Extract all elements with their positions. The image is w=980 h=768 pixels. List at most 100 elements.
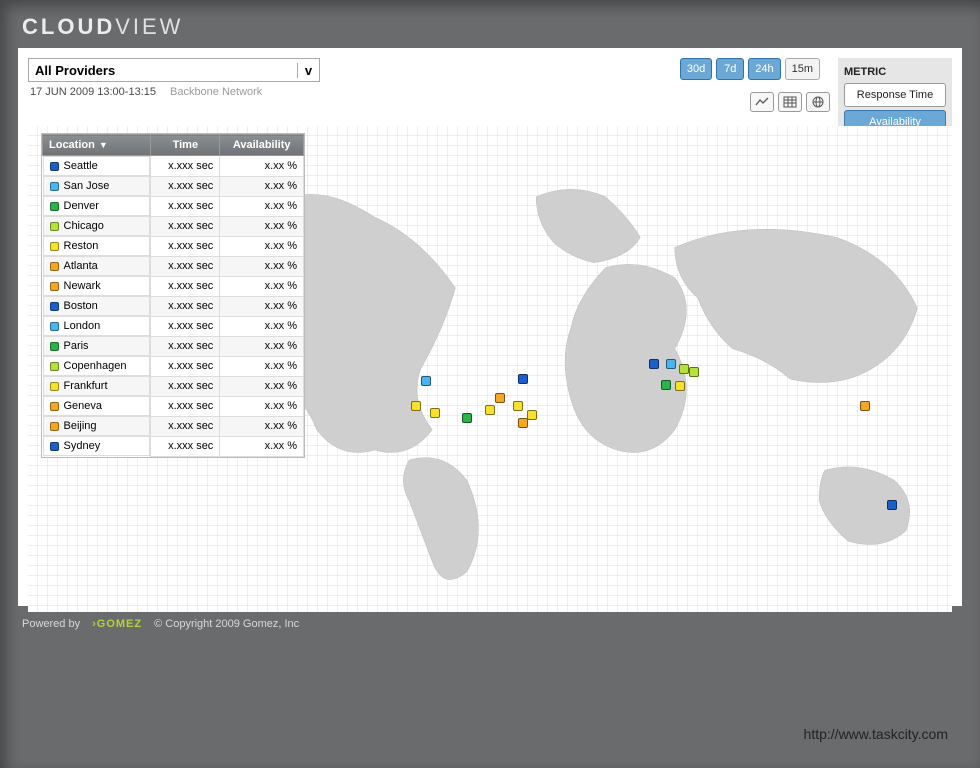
avail-cell: x.xx %: [220, 336, 304, 356]
location-name: Sydney: [64, 440, 101, 452]
color-swatch: [50, 262, 59, 271]
time-cell: x.xxx sec: [151, 356, 220, 376]
color-swatch: [50, 322, 59, 331]
color-swatch: [50, 302, 59, 311]
color-swatch: [50, 402, 59, 411]
avail-cell: x.xx %: [220, 376, 304, 396]
map-marker[interactable]: [485, 405, 495, 415]
avail-cell: x.xx %: [220, 396, 304, 416]
table-row[interactable]: Seattle x.xxx secx.xx %: [43, 156, 304, 177]
color-swatch: [50, 382, 59, 391]
time-cell: x.xxx sec: [151, 416, 220, 436]
color-swatch: [50, 202, 59, 211]
table-row[interactable]: Sydneyx.xxx secx.xx %: [43, 436, 304, 456]
chart-icon[interactable]: [750, 92, 774, 112]
color-swatch: [50, 342, 59, 351]
location-name: Beijing: [64, 420, 97, 432]
logo-light: VIEW: [115, 14, 183, 39]
location-name: Reston: [64, 240, 99, 252]
app-logo: CLOUDVIEW: [22, 14, 958, 40]
avail-cell: x.xx %: [220, 356, 304, 376]
avail-cell: x.xx %: [220, 216, 304, 236]
color-swatch: [50, 442, 59, 451]
table-row[interactable]: Atlantax.xxx secx.xx %: [43, 256, 304, 276]
copyright: © Copyright 2009 Gomez, Inc: [154, 618, 299, 630]
map-marker[interactable]: [411, 401, 421, 411]
time-cell: x.xxx sec: [151, 216, 220, 236]
map-marker[interactable]: [495, 393, 505, 403]
content-area: All Providers v 30d7d24h15m 17 JUN 2009 …: [18, 48, 962, 606]
avail-cell: x.xx %: [220, 416, 304, 436]
table-row[interactable]: Boston x.xxx secx.xx %: [43, 296, 304, 316]
map-marker[interactable]: [689, 367, 699, 377]
location-name: Frankfurt: [64, 380, 108, 392]
col-time[interactable]: Time: [151, 135, 220, 156]
map-marker[interactable]: [518, 374, 528, 384]
table-row[interactable]: Newarkx.xxx secx.xx %: [43, 276, 304, 296]
powered-by-label: Powered by: [22, 618, 80, 630]
color-swatch: [50, 282, 59, 291]
table-row[interactable]: Genevax.xxx secx.xx %: [43, 396, 304, 416]
time-range-24h[interactable]: 24h: [748, 58, 780, 80]
map-marker[interactable]: [887, 500, 897, 510]
col-availability[interactable]: Availability: [220, 135, 304, 156]
table-row[interactable]: Denverx.xxx secx.xx %: [43, 196, 304, 216]
table-row[interactable]: Chicagox.xxx secx.xx %: [43, 216, 304, 236]
avail-cell: x.xx %: [220, 156, 304, 177]
location-name: Seattle: [64, 160, 98, 172]
watermark-url: http://www.taskcity.com: [804, 726, 948, 742]
location-name: Geneva: [64, 400, 103, 412]
color-swatch: [50, 422, 59, 431]
grid-icon[interactable]: [778, 92, 802, 112]
avail-cell: x.xx %: [220, 196, 304, 216]
sidebar-btn-response-time[interactable]: Response Time: [844, 83, 946, 107]
table-row[interactable]: Copenhagen x.xxx secx.xx %: [43, 356, 304, 376]
time-range-group: 30d7d24h15m: [680, 58, 820, 80]
map-marker[interactable]: [860, 401, 870, 411]
time-cell: x.xxx sec: [151, 156, 220, 177]
color-swatch: [50, 182, 59, 191]
map-marker[interactable]: [462, 413, 472, 423]
location-name: Atlanta: [64, 260, 98, 272]
time-cell: x.xxx sec: [151, 196, 220, 216]
map-marker[interactable]: [421, 376, 431, 386]
time-range-7d[interactable]: 7d: [716, 58, 744, 80]
map-marker[interactable]: [661, 380, 671, 390]
map-marker[interactable]: [527, 410, 537, 420]
time-cell: x.xxx sec: [151, 256, 220, 276]
view-mode-group: [750, 92, 830, 112]
color-swatch: [50, 222, 59, 231]
table-row[interactable]: Beijing x.xxx secx.xx %: [43, 416, 304, 436]
app-header: CLOUDVIEW: [0, 0, 980, 48]
table-row[interactable]: San Josex.xxx secx.xx %: [43, 176, 304, 196]
provider-dropdown[interactable]: All Providers v: [28, 58, 320, 82]
map-marker[interactable]: [675, 381, 685, 391]
table-row[interactable]: Londonx.xxx secx.xx %: [43, 316, 304, 336]
location-name: Copenhagen: [64, 360, 127, 372]
world-map[interactable]: Location▼ Time Availability Seattle x.xxx…: [28, 126, 952, 612]
table-row[interactable]: Frankfurt x.xxx secx.xx %: [43, 376, 304, 396]
table-row[interactable]: Restonx.xxx secx.xx %: [43, 236, 304, 256]
avail-cell: x.xx %: [220, 316, 304, 336]
map-marker[interactable]: [518, 418, 528, 428]
table-row[interactable]: Parisx.xxx secx.xx %: [43, 336, 304, 356]
map-marker[interactable]: [513, 401, 523, 411]
map-marker[interactable]: [679, 364, 689, 374]
location-name: Boston: [64, 300, 98, 312]
map-marker[interactable]: [430, 408, 440, 418]
time-cell: x.xxx sec: [151, 376, 220, 396]
time-cell: x.xxx sec: [151, 296, 220, 316]
location-name: London: [64, 320, 101, 332]
avail-cell: x.xx %: [220, 296, 304, 316]
sidebar-header-metric: METRIC: [844, 66, 946, 78]
sort-desc-icon: ▼: [99, 140, 108, 150]
globe-icon[interactable]: [806, 92, 830, 112]
gomez-logo: ›GOMEZ: [92, 618, 142, 630]
map-marker[interactable]: [649, 359, 659, 369]
time-cell: x.xxx sec: [151, 236, 220, 256]
time-range-15m[interactable]: 15m: [785, 58, 820, 80]
map-marker[interactable]: [666, 359, 676, 369]
avail-cell: x.xx %: [220, 176, 304, 196]
time-range-30d[interactable]: 30d: [680, 58, 712, 80]
col-location[interactable]: Location▼: [43, 135, 151, 156]
